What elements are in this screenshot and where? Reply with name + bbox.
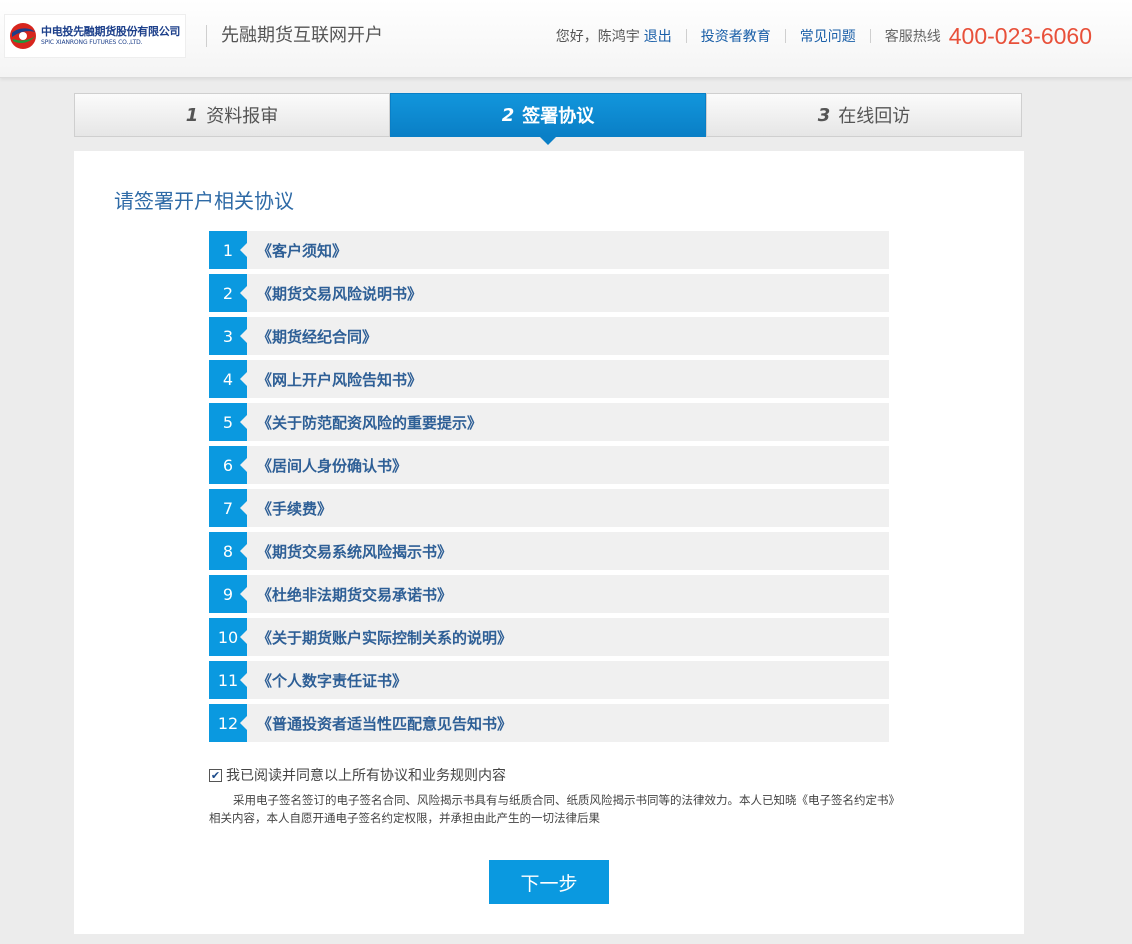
company-logo[interactable]: 中电投先融期货股份有限公司 SPIC XIANRONG FUTURES CO.,…	[4, 14, 186, 58]
agreement-link[interactable]: 《关于期货账户实际控制关系的说明》	[257, 627, 512, 648]
logo-cn-text: 中电投先融期货股份有限公司	[41, 25, 181, 38]
agreement-link[interactable]: 《个人数字责任证书》	[257, 670, 407, 691]
agreement-item[interactable]: 1 《客户须知》	[209, 231, 889, 269]
agreement-number: 8	[209, 532, 247, 570]
e-signature-notice: 采用电子签名签订的电子签名合同、风险揭示书具有与纸质合同、纸质风险揭示书同等的法…	[209, 793, 895, 825]
step-label: 资料报审	[206, 106, 279, 127]
main-panel: 请签署开户相关协议 1 《客户须知》 2 《期货交易风险说明书》 3 《期货经纪…	[74, 151, 1024, 934]
step-2-active: 2 签署协议	[390, 93, 706, 145]
agreement-item[interactable]: 11 《个人数字责任证书》	[209, 661, 889, 699]
agreement-item[interactable]: 9 《杜绝非法期货交易承诺书》	[209, 575, 889, 613]
agreement-item[interactable]: 8 《期货交易系统风险揭示书》	[209, 532, 889, 570]
agreement-item[interactable]: 7 《手续费》	[209, 489, 889, 527]
header-user-nav: 您好，陈鸿宇 退出 投资者教育 常见问题 客服热线 400-023-6060	[556, 22, 1092, 50]
agreement-link[interactable]: 《杜绝非法期货交易承诺书》	[257, 584, 452, 605]
logo-en-text: SPIC XIANRONG FUTURES CO.,LTD.	[41, 39, 143, 46]
agreement-link[interactable]: 《客户须知》	[257, 240, 347, 261]
agreement-item[interactable]: 6 《居间人身份确认书》	[209, 446, 889, 484]
divider	[869, 29, 871, 43]
agreement-link[interactable]: 《期货交易风险说明书》	[257, 283, 422, 304]
step-1: 1 资料报审	[74, 93, 390, 137]
next-step-button[interactable]: 下一步	[489, 860, 609, 904]
agreement-number: 5	[209, 403, 247, 441]
page-title: 请签署开户相关协议	[114, 189, 294, 213]
step-number: 3	[817, 104, 831, 126]
hotline-label: 客服热线	[884, 29, 941, 45]
logo-mark-icon	[10, 23, 36, 49]
agreement-number: 10	[209, 618, 247, 656]
user-greeting: 您好，陈鸿宇	[555, 29, 640, 45]
agreement-number: 9	[209, 575, 247, 613]
step-number: 2	[501, 104, 515, 126]
agreement-item[interactable]: 12 《普通投资者适当性匹配意见告知书》	[209, 704, 889, 742]
agreement-link[interactable]: 《期货经纪合同》	[257, 326, 377, 347]
app-title: 先融期货互联网开户	[206, 25, 383, 47]
agreement-link[interactable]: 《普通投资者适当性匹配意见告知书》	[257, 713, 512, 734]
agreement-number: 4	[209, 360, 247, 398]
divider	[784, 29, 786, 43]
agreement-item[interactable]: 4 《网上开户风险告知书》	[209, 360, 889, 398]
step-progress: 1 资料报审 2 签署协议 3 在线回访	[74, 93, 1022, 145]
agreement-list: 1 《客户须知》 2 《期货交易风险说明书》 3 《期货经纪合同》 4 《网上开…	[209, 231, 889, 747]
agreement-number: 3	[209, 317, 247, 355]
agreement-number: 2	[209, 274, 247, 312]
step-3: 3 在线回访	[706, 93, 1022, 137]
logout-link[interactable]: 退出	[644, 26, 672, 46]
hotline-number: 400-023-6060	[948, 22, 1092, 49]
agreement-item[interactable]: 2 《期货交易风险说明书》	[209, 274, 889, 312]
agreement-number: 7	[209, 489, 247, 527]
agreement-number: 6	[209, 446, 247, 484]
agreement-item[interactable]: 3 《期货经纪合同》	[209, 317, 889, 355]
divider	[685, 29, 687, 43]
agree-label: 我已阅读并同意以上所有协议和业务规则内容	[226, 768, 506, 784]
agreement-consent: ✔ 我已阅读并同意以上所有协议和业务规则内容 采用电子签名签订的电子签名合同、风…	[209, 765, 899, 827]
faq-link[interactable]: 常见问题	[800, 26, 856, 46]
agreement-number: 12	[209, 704, 247, 742]
agreement-item[interactable]: 10 《关于期货账户实际控制关系的说明》	[209, 618, 889, 656]
step-label: 签署协议	[522, 106, 595, 127]
agreement-link[interactable]: 《居间人身份确认书》	[257, 455, 407, 476]
investor-education-link[interactable]: 投资者教育	[701, 26, 771, 46]
agreement-item[interactable]: 5 《关于防范配资风险的重要提示》	[209, 403, 889, 441]
agree-checkbox[interactable]: ✔	[209, 768, 222, 782]
agreement-link[interactable]: 《网上开户风险告知书》	[257, 369, 422, 390]
header: 中电投先融期货股份有限公司 SPIC XIANRONG FUTURES CO.,…	[0, 0, 1132, 78]
agreement-link[interactable]: 《手续费》	[257, 498, 332, 519]
step-number: 1	[185, 104, 199, 126]
agreement-number: 11	[209, 661, 247, 699]
agreement-link[interactable]: 《期货交易系统风险揭示书》	[257, 541, 452, 562]
agree-checkbox-row[interactable]: ✔ 我已阅读并同意以上所有协议和业务规则内容	[209, 765, 899, 785]
agreement-link[interactable]: 《关于防范配资风险的重要提示》	[257, 412, 482, 433]
agreement-number: 1	[209, 231, 247, 269]
step-label: 在线回访	[838, 106, 911, 127]
